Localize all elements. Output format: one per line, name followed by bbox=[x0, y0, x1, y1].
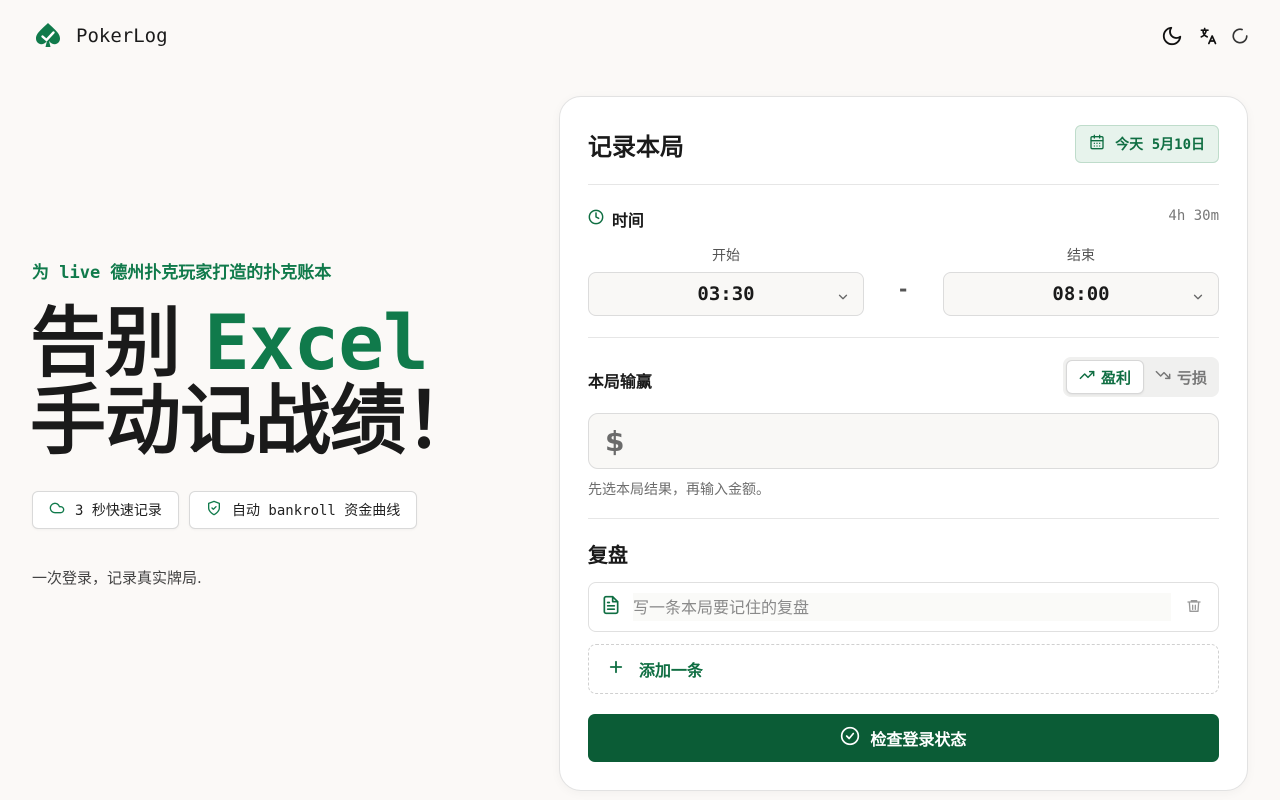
primary-button-label: 检查登录状态 bbox=[870, 730, 967, 749]
review-title: 复盘 bbox=[588, 543, 628, 567]
divider bbox=[588, 337, 1219, 338]
feature-chip-bankroll: 自动 bankroll 资金曲线 bbox=[189, 491, 418, 529]
profit-label: 盈利 bbox=[1101, 368, 1132, 387]
profit-toggle-button[interactable]: 盈利 bbox=[1066, 360, 1145, 394]
date-label: 今天 5月10日 bbox=[1115, 137, 1205, 153]
chevron-down-icon bbox=[1191, 287, 1205, 309]
headline-accent: Excel bbox=[204, 298, 429, 387]
shield-check-icon bbox=[206, 500, 222, 520]
hero-headline-line1: 告别 Excel bbox=[30, 298, 429, 387]
headline-text: 告别 bbox=[30, 298, 181, 387]
amount-input[interactable] bbox=[634, 414, 1218, 468]
add-review-label: 添加一条 bbox=[639, 661, 704, 680]
loss-toggle-button[interactable]: 亏损 bbox=[1143, 360, 1219, 394]
card-title: 记录本局 bbox=[588, 133, 684, 161]
trending-up-icon bbox=[1079, 367, 1095, 387]
end-time-value: 08:00 bbox=[1052, 283, 1110, 305]
chip-label: 自动 bankroll 资金曲线 bbox=[232, 503, 401, 519]
trash-icon[interactable] bbox=[1186, 598, 1202, 618]
time-label: 时间 bbox=[612, 211, 645, 230]
duration-readout: 4h 30m bbox=[1168, 208, 1219, 224]
hero-subtext: 一次登录，记录真实牌局. bbox=[32, 569, 202, 587]
loss-label: 亏损 bbox=[1177, 368, 1208, 387]
feature-chip-quick-record: 3 秒快速记录 bbox=[32, 491, 179, 529]
amount-field: $ bbox=[588, 413, 1219, 469]
translate-icon[interactable] bbox=[1196, 24, 1220, 48]
hero-tagline: 为 live 德州扑克玩家打造的扑克账本 bbox=[32, 263, 332, 283]
time-separator: - bbox=[899, 277, 908, 301]
file-text-icon bbox=[601, 595, 621, 619]
check-circle-icon bbox=[840, 726, 860, 750]
result-section-label: 本局输赢 bbox=[588, 368, 652, 392]
record-session-card: 记录本局 今天 5月10日 时间 4h 30m 开始 结束 03:30 - 08… bbox=[559, 96, 1248, 791]
chevron-down-icon bbox=[836, 287, 850, 309]
divider bbox=[588, 518, 1219, 519]
end-time-select[interactable]: 08:00 bbox=[943, 272, 1219, 316]
hero-headline-line2: 手动记战绩！ bbox=[30, 376, 481, 465]
amount-hint: 先选本局结果，再输入金额。 bbox=[588, 482, 770, 498]
cloud-icon bbox=[49, 500, 65, 520]
check-login-status-button[interactable]: 检查登录状态 bbox=[588, 714, 1219, 762]
review-note-row bbox=[588, 582, 1219, 632]
date-picker-button[interactable]: 今天 5月10日 bbox=[1075, 125, 1219, 163]
currency-symbol: $ bbox=[605, 424, 625, 458]
chip-label: 3 秒快速记录 bbox=[75, 503, 162, 519]
result-label: 本局输赢 bbox=[588, 372, 653, 391]
clock-icon bbox=[588, 209, 604, 229]
time-section-label: 时间 bbox=[588, 207, 644, 231]
start-caption: 开始 bbox=[712, 248, 740, 264]
start-time-select[interactable]: 03:30 bbox=[588, 272, 864, 316]
result-toggle: 盈利 亏损 bbox=[1063, 357, 1219, 397]
plus-icon bbox=[607, 658, 625, 680]
top-bar: PokerLog bbox=[0, 0, 1280, 72]
add-review-button[interactable]: 添加一条 bbox=[588, 644, 1219, 694]
app-name: PokerLog bbox=[76, 25, 168, 47]
end-caption: 结束 bbox=[1067, 248, 1095, 264]
calendar-icon bbox=[1089, 134, 1105, 154]
theme-toggle-icon[interactable] bbox=[1160, 24, 1184, 48]
trending-down-icon bbox=[1155, 367, 1171, 387]
review-note-input[interactable] bbox=[633, 593, 1171, 621]
start-time-value: 03:30 bbox=[697, 283, 755, 305]
spade-check-logo-icon bbox=[35, 22, 61, 50]
divider bbox=[588, 184, 1219, 185]
loading-spinner-icon bbox=[1228, 24, 1252, 48]
